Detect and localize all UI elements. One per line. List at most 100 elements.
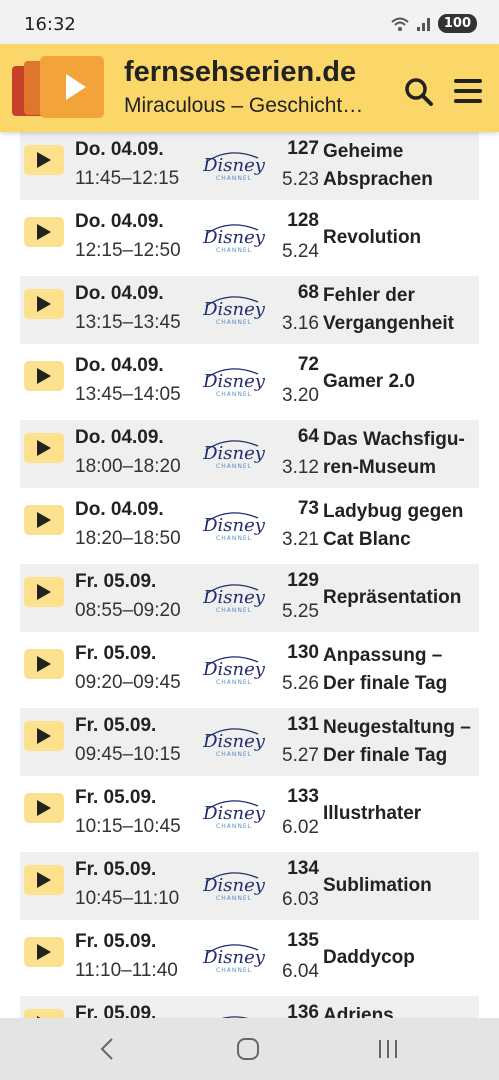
broadcast-time: 10:45–11:10	[75, 888, 180, 909]
broadcast-time: 12:15–12:50	[75, 240, 181, 261]
episode-row[interactable]: Fr. 05.09. 09:20–09:45 Disney CHANNEL 13…	[20, 636, 479, 704]
play-button[interactable]	[24, 361, 64, 391]
play-button[interactable]	[24, 289, 64, 319]
broadcast-time: 13:45–14:05	[75, 384, 181, 405]
channel-logo-text: Disney	[202, 587, 266, 608]
play-icon	[37, 728, 51, 744]
status-icons: 100	[390, 14, 477, 33]
recents-icon[interactable]	[376, 1037, 400, 1061]
episode-row[interactable]: Do. 04.09. 12:15–12:50 Disney CHANNEL 12…	[20, 204, 479, 272]
episode-row[interactable]: Fr. 05.09. Disney CHANNEL 136 Adriens	[20, 996, 479, 1018]
episode-number: 72	[297, 354, 319, 375]
play-button[interactable]	[24, 217, 64, 247]
episode-title[interactable]: Das Wachsfigu-ren-Museum	[323, 426, 479, 482]
menu-icon[interactable]	[452, 77, 484, 105]
play-button[interactable]	[24, 649, 64, 679]
play-button[interactable]	[24, 433, 64, 463]
broadcast-date: Do. 04.09.	[75, 139, 164, 160]
broadcast-date: Fr. 05.09.	[75, 643, 157, 664]
episode-title[interactable]: Revolution	[323, 224, 479, 252]
disney-channel-logo: Disney CHANNEL	[202, 584, 266, 614]
episode-row[interactable]: Fr. 05.09. 11:10–11:40 Disney CHANNEL 13…	[20, 924, 479, 992]
back-icon[interactable]	[96, 1036, 120, 1062]
broadcast-time: 18:00–18:20	[75, 456, 181, 477]
episode-row[interactable]: Do. 04.09. 13:15–13:45 Disney CHANNEL 68…	[20, 276, 479, 344]
play-button[interactable]	[24, 937, 64, 967]
season-episode-code: 5.26	[282, 673, 319, 694]
broadcast-date: Fr. 05.09.	[75, 931, 157, 952]
site-header: fernsehserien.de Miraculous – Geschicht…	[0, 44, 499, 132]
channel-logo-text: Disney	[202, 299, 266, 320]
disney-channel-logo: Disney CHANNEL	[202, 296, 266, 326]
season-episode-code: 5.25	[282, 601, 319, 622]
episode-title[interactable]: Neugestaltung – Der finale Tag	[323, 714, 479, 770]
channel-logo-text: Disney	[202, 371, 266, 392]
page-subtitle: Miraculous – Geschicht…	[124, 94, 364, 117]
site-logo[interactable]	[12, 54, 106, 120]
disney-channel-logo: Disney CHANNEL	[202, 800, 266, 830]
channel-logo-text: Disney	[202, 443, 266, 464]
broadcast-date: Fr. 05.09.	[75, 715, 157, 736]
episode-row[interactable]: Fr. 05.09. 10:45–11:10 Disney CHANNEL 13…	[20, 852, 479, 920]
play-icon	[37, 440, 51, 456]
broadcast-time: 09:20–09:45	[75, 672, 181, 693]
play-icon	[37, 656, 51, 672]
play-icon	[37, 152, 51, 168]
channel-logo-text: Disney	[202, 659, 266, 680]
disney-channel-logo: Disney CHANNEL	[202, 512, 266, 542]
episode-title[interactable]: Ladybug gegen Cat Blanc	[323, 498, 479, 554]
episode-row[interactable]: Do. 04.09. 18:20–18:50 Disney CHANNEL 73…	[20, 492, 479, 560]
status-bar: 16:32 100	[0, 0, 499, 44]
episode-title[interactable]: Adriens	[323, 1002, 479, 1018]
channel-logo-text: Disney	[202, 227, 266, 248]
episode-number: 68	[297, 282, 319, 303]
channel-logo-text: Disney	[202, 515, 266, 536]
channel-logo-subtext: CHANNEL	[216, 607, 252, 614]
episode-title[interactable]: Illustrhater	[323, 800, 479, 828]
search-icon[interactable]	[403, 76, 435, 108]
episode-list: Do. 04.09. 11:45–12:15 Disney CHANNEL 12…	[0, 132, 499, 1018]
episode-title[interactable]: Sublimation	[323, 872, 479, 900]
disney-channel-logo: Disney CHANNEL	[202, 656, 266, 686]
episode-title[interactable]: Anpassung – Der finale Tag	[323, 642, 479, 698]
site-name[interactable]: fernsehserien.de	[124, 56, 356, 89]
channel-logo-subtext: CHANNEL	[216, 823, 252, 830]
episode-title[interactable]: Geheime Absprachen	[323, 138, 479, 194]
broadcast-date: Fr. 05.09.	[75, 859, 157, 880]
episode-row[interactable]: Do. 04.09. 11:45–12:15 Disney CHANNEL 12…	[20, 132, 479, 200]
episode-row[interactable]: Fr. 05.09. 10:15–10:45 Disney CHANNEL 13…	[20, 780, 479, 848]
season-episode-code: 6.02	[282, 817, 319, 838]
channel-logo-subtext: CHANNEL	[216, 247, 252, 254]
episode-row[interactable]: Do. 04.09. 13:45–14:05 Disney CHANNEL 72…	[20, 348, 479, 416]
season-episode-code: 5.23	[282, 169, 319, 190]
season-episode-code: 3.16	[282, 313, 319, 334]
play-button[interactable]	[24, 505, 64, 535]
play-button[interactable]	[24, 793, 64, 823]
episode-title[interactable]: Daddycop	[323, 944, 479, 972]
home-icon[interactable]	[236, 1037, 260, 1061]
channel-logo-subtext: CHANNEL	[216, 895, 252, 902]
play-icon	[37, 584, 51, 600]
broadcast-time: 09:45–10:15	[75, 744, 181, 765]
broadcast-time: 11:45–12:15	[75, 168, 180, 189]
episode-number: 64	[297, 426, 319, 447]
channel-logo-subtext: CHANNEL	[216, 751, 252, 758]
play-button[interactable]	[24, 145, 64, 175]
season-episode-code: 5.24	[282, 241, 319, 262]
system-nav-bar	[0, 1018, 499, 1080]
play-button[interactable]	[24, 577, 64, 607]
episode-title[interactable]: Fehler der Vergangenheit	[323, 282, 479, 338]
play-button[interactable]	[24, 721, 64, 751]
season-episode-code: 6.03	[282, 889, 319, 910]
play-button[interactable]	[24, 865, 64, 895]
episode-row[interactable]: Fr. 05.09. 09:45–10:15 Disney CHANNEL 13…	[20, 708, 479, 776]
episode-row[interactable]: Fr. 05.09. 08:55–09:20 Disney CHANNEL 12…	[20, 564, 479, 632]
broadcast-time: 08:55–09:20	[75, 600, 181, 621]
episode-title[interactable]: Gamer 2.0	[323, 368, 479, 396]
channel-logo-subtext: CHANNEL	[216, 535, 252, 542]
play-button[interactable]	[24, 1009, 64, 1018]
broadcast-date: Fr. 05.09.	[75, 1003, 157, 1018]
episode-number: 73	[297, 498, 319, 519]
episode-row[interactable]: Do. 04.09. 18:00–18:20 Disney CHANNEL 64…	[20, 420, 479, 488]
episode-title[interactable]: Repräsentation	[323, 584, 479, 612]
